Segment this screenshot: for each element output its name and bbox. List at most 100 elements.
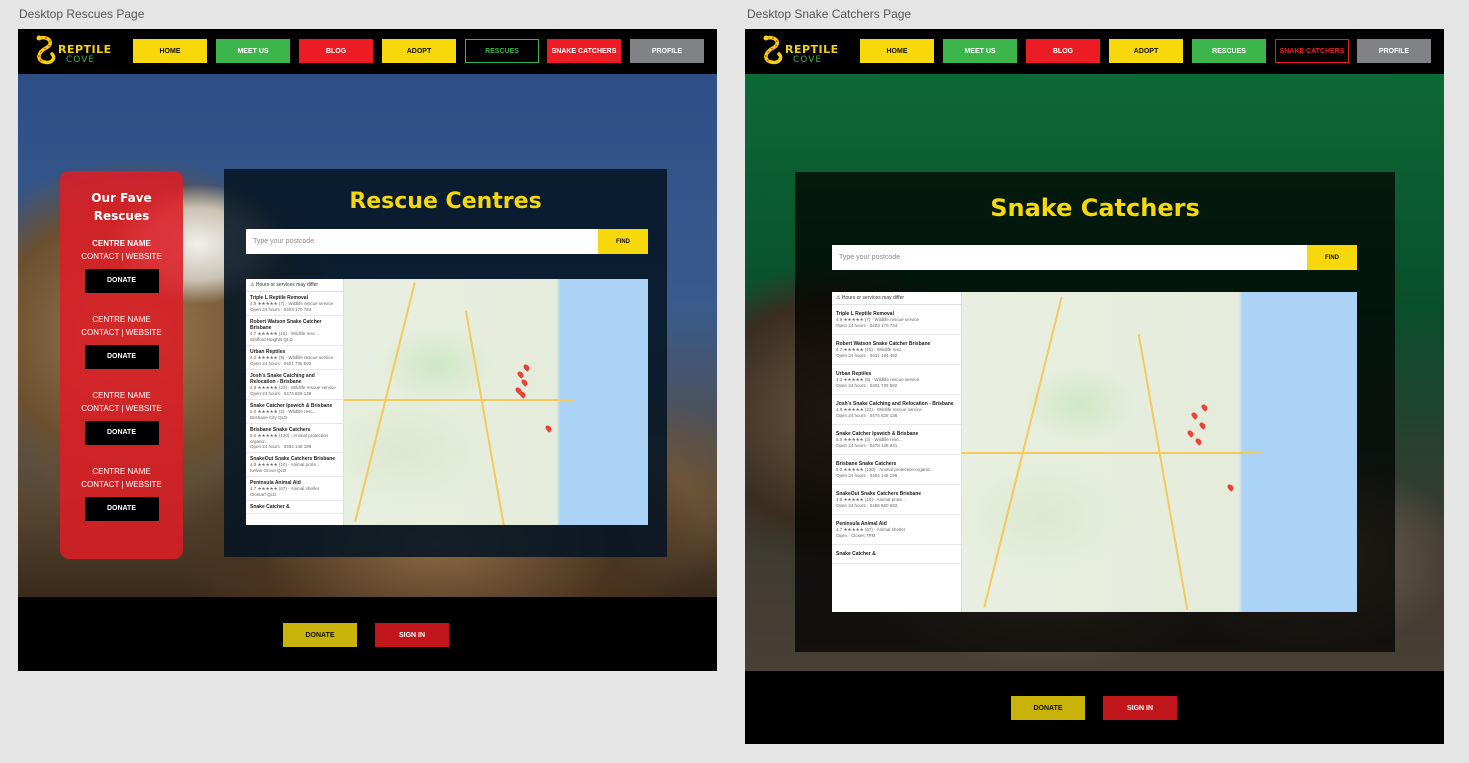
centre-item: CENTRE NAME CONTACT | WEBSITE DONATE xyxy=(60,313,183,369)
centre-links[interactable]: CONTACT | WEBSITE xyxy=(60,251,183,263)
nav-meet-us[interactable]: MEET US xyxy=(216,39,290,63)
list-item[interactable]: SnakeOut Snake Catchers Brisbane 4.9 ★★★★… xyxy=(246,453,343,477)
list-item[interactable]: Urban Reptiles 4.2 ★★★★★ (8) · Wildlife r… xyxy=(832,365,961,395)
list-item[interactable]: Brisbane Snake Catchers 5.0 ★★★★★ (120) ·… xyxy=(832,455,961,485)
logo[interactable]: REPTILE COVE xyxy=(759,34,843,70)
logo[interactable]: REPTILE COVE xyxy=(32,34,116,70)
list-item[interactable]: Snake Catcher & xyxy=(246,501,343,514)
listing-meta: 5.0 ★★★★★ (120) · Animal protection orga… xyxy=(250,433,328,444)
centre-links[interactable]: CONTACT | WEBSITE xyxy=(60,327,183,339)
postcode-search-input[interactable]: Type your postcode xyxy=(246,229,598,254)
map-pin-icon[interactable] xyxy=(516,370,525,379)
map-widget[interactable]: ⚠ Hours or services may differ Triple L … xyxy=(246,279,648,525)
nav-snake-catchers[interactable]: SNAKE CATCHERS xyxy=(547,39,621,63)
map-pin-icon[interactable] xyxy=(520,378,529,387)
nav-rescues[interactable]: RESCUES xyxy=(1192,39,1266,63)
rescue-centres-panel: Rescue Centres Type your postcode FIND ⚠… xyxy=(224,169,667,557)
centre-donate-button[interactable]: DONATE xyxy=(84,345,159,369)
find-button[interactable]: FIND xyxy=(1307,245,1357,270)
artboard-label-snake-catchers: Desktop Snake Catchers Page xyxy=(747,7,912,21)
logo-line2: COVE xyxy=(66,55,96,65)
list-item[interactable]: Snake Catcher & xyxy=(832,545,961,564)
centre-donate-button[interactable]: DONATE xyxy=(84,269,159,293)
nav-profile[interactable]: PROFILE xyxy=(1357,39,1431,63)
map-listing-panel[interactable]: ⚠ Hours or services may differ Triple L … xyxy=(246,279,344,525)
listing-meta2: Open 24 hours · 0403 170 734 xyxy=(836,323,898,328)
nav-adopt[interactable]: ADOPT xyxy=(1109,39,1183,63)
map-road xyxy=(354,282,416,522)
map-pin-icon[interactable] xyxy=(1226,483,1235,492)
list-item[interactable]: Brisbane Snake Catchers 5.0 ★★★★★ (120) ·… xyxy=(246,424,343,453)
footer-donate-button[interactable]: DONATE xyxy=(1011,696,1085,720)
nav-snake-catchers[interactable]: SNAKE CATCHERS xyxy=(1275,39,1349,63)
map-canvas[interactable] xyxy=(344,279,648,525)
nav-bar: REPTILE COVE HOME MEET US BLOG ADOPT RES… xyxy=(745,29,1444,74)
centre-name: CENTRE NAME xyxy=(92,315,151,324)
map-pin-icon[interactable] xyxy=(1200,403,1209,412)
map-pin-icon[interactable] xyxy=(1198,421,1207,430)
nav-home[interactable]: HOME xyxy=(860,39,934,63)
list-item[interactable]: Peninsula Animal Aid 4.7 ★★★★★ (67) · Ani… xyxy=(246,477,343,501)
listing-meta2: Open 24 hours · 0404 148 199 xyxy=(836,473,898,478)
list-item[interactable]: Robert Watson Snake Catcher Brisbane 4.7 … xyxy=(832,335,961,365)
listing-meta2: Clontarf QLD xyxy=(250,492,277,497)
map-pin-icon[interactable] xyxy=(1190,411,1199,420)
centre-name: CENTRE NAME xyxy=(92,391,151,400)
list-item[interactable]: Triple L Reptile Removal 4.9 ★★★★★ (7) · … xyxy=(832,305,961,335)
map-pin-icon[interactable] xyxy=(544,424,553,433)
nav-profile[interactable]: PROFILE xyxy=(630,39,704,63)
footer-donate-button[interactable]: DONATE xyxy=(283,623,357,647)
map-road xyxy=(1137,333,1189,611)
list-item[interactable]: Peninsula Animal Aid 4.7 ★★★★★ (67) · Ani… xyxy=(832,515,961,545)
centre-donate-button[interactable]: DONATE xyxy=(84,497,159,521)
map-pin-icon[interactable] xyxy=(522,363,531,372)
map-pin-icon[interactable] xyxy=(1194,437,1203,446)
sidebar-title: Our Fave Rescues xyxy=(60,189,183,225)
nav-home[interactable]: HOME xyxy=(133,39,207,63)
footer: DONATE SIGN IN xyxy=(745,671,1444,744)
list-item[interactable]: Snake Catcher Ipswich & Brisbane 5.0 ★★★★… xyxy=(832,425,961,455)
list-item[interactable]: Josh's Snake Catching and Relocation - B… xyxy=(832,395,961,425)
list-item[interactable]: Snake Catcher Ipswich & Brisbane 5.0 ★★★★… xyxy=(246,400,343,424)
listing-meta2: Open 24 hours · 0401 735 592 xyxy=(836,383,898,388)
list-item[interactable]: Triple L Reptile Removal 4.9 ★★★★★ (7) · … xyxy=(246,292,343,316)
nav-rescues[interactable]: RESCUES xyxy=(465,39,539,63)
map-warning-text: Hours or services may differ xyxy=(841,295,905,301)
map-widget[interactable]: ⚠ Hours or services may differ Triple L … xyxy=(832,292,1357,612)
nav-meet-us[interactable]: MEET US xyxy=(943,39,1017,63)
listing-meta2: Open 24 hours · 0404 148 199 xyxy=(250,444,312,449)
listing-meta2: Open 24 hours · 0431 184 492 xyxy=(836,353,898,358)
list-item[interactable]: Urban Reptiles 4.2 ★★★★★ (8) · Wildlife r… xyxy=(246,346,343,370)
nav-blog[interactable]: BLOG xyxy=(1026,39,1100,63)
page-title: Rescue Centres xyxy=(349,189,542,214)
map-pin-icon[interactable] xyxy=(518,390,527,399)
list-item[interactable]: Robert Watson Snake Catcher Brisbane 4.7 … xyxy=(246,316,343,346)
map-canvas[interactable] xyxy=(962,292,1357,612)
postcode-search-input[interactable]: Type your postcode xyxy=(832,245,1307,270)
map-listing-panel[interactable]: ⚠ Hours or services may differ Triple L … xyxy=(832,292,962,612)
centre-links[interactable]: CONTACT | WEBSITE xyxy=(60,479,183,491)
listing-meta2: Open 24 hours · 0478 138 941 xyxy=(836,443,898,448)
map-road xyxy=(344,399,574,401)
listing-meta2: Open · Closes 7PM xyxy=(836,533,876,538)
nav-adopt[interactable]: ADOPT xyxy=(382,39,456,63)
sidebar-title-line2: Rescues xyxy=(93,209,150,223)
footer-signin-button[interactable]: SIGN IN xyxy=(375,623,449,647)
centre-donate-button[interactable]: DONATE xyxy=(84,421,159,445)
logo-line2: COVE xyxy=(793,55,823,65)
listing-meta2: Open 24 hours · 0456 660 693 xyxy=(836,503,898,508)
find-button[interactable]: FIND xyxy=(598,229,648,254)
list-item[interactable]: Josh's Snake Catching and Relocation - B… xyxy=(246,370,343,400)
sidebar-title-line1: Our Fave xyxy=(91,191,152,205)
map-pin-icon[interactable] xyxy=(1186,429,1195,438)
centre-links[interactable]: CONTACT | WEBSITE xyxy=(60,403,183,415)
list-item[interactable]: SnakeOut Snake Catchers Brisbane 4.9 ★★★★… xyxy=(832,485,961,515)
centre-name: CENTRE NAME xyxy=(92,239,151,248)
page-title: Snake Catchers xyxy=(990,194,1200,222)
footer-signin-button[interactable]: SIGN IN xyxy=(1103,696,1177,720)
listing-meta2: Open 24 hours · 0474 828 138 xyxy=(836,413,898,418)
hero-background: Snake Catchers Type your postcode FIND ⚠… xyxy=(745,74,1444,671)
nav-blog[interactable]: BLOG xyxy=(299,39,373,63)
nav-bar: REPTILE COVE HOME MEET US BLOG ADOPT RES… xyxy=(18,29,717,74)
listing-meta2: Open 24 hours · 0401 735 592 xyxy=(250,361,312,366)
